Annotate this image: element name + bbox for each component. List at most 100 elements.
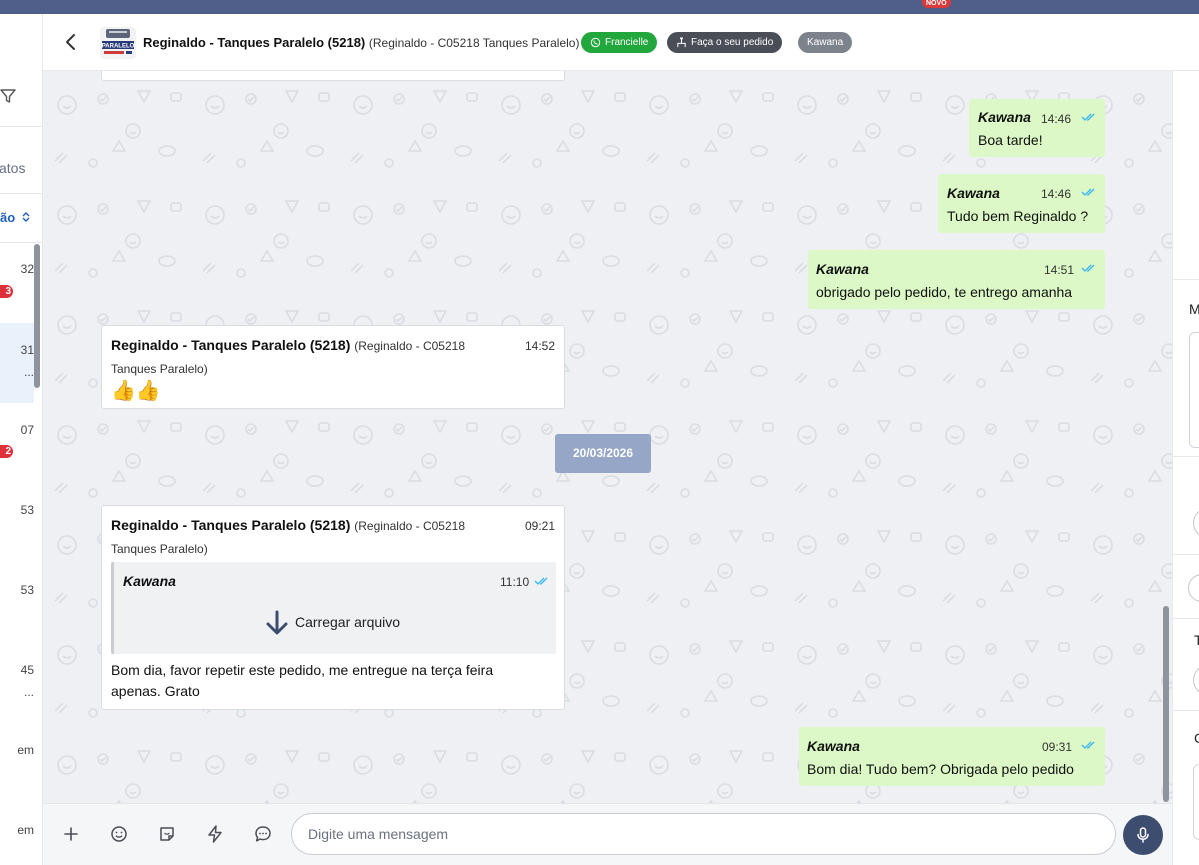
conversation-time: 07: [20, 423, 34, 437]
conversation-time: em: [17, 743, 34, 757]
conversation-time: em: [17, 823, 34, 837]
emoji-icon[interactable]: [109, 824, 129, 844]
conversation-item[interactable]: em: [0, 723, 34, 803]
message-text: obrigado pelo pedido, te entrego amanha: [816, 284, 1073, 300]
conversation-time: 53: [20, 503, 34, 517]
message-composer: [43, 803, 1172, 865]
flow-icon: [677, 37, 686, 48]
sort-chevron-icon: [22, 212, 30, 222]
novo-badge[interactable]: NOVO: [922, 0, 951, 8]
divider: [0, 126, 42, 127]
message-text: 👍👍: [111, 380, 161, 402]
message-text: Tudo bem Reginaldo ?: [947, 208, 1089, 224]
conversation-time: 32: [20, 262, 34, 276]
sender-name: Reginaldo - Tanques Paralelo (5218): [111, 337, 351, 353]
message-bubble-outgoing[interactable]: Kawana 14:46 Boa tarde!: [969, 99, 1105, 157]
conversation-item[interactable]: 07 2: [0, 403, 34, 483]
contact-subtitle: (Reginaldo - C05218 Tanques Paralelo): [368, 36, 580, 50]
conversation-item-active[interactable]: 31 ...: [0, 323, 34, 403]
message-time: 14:52: [525, 339, 556, 353]
chat-bubble-icon[interactable]: [253, 824, 273, 844]
conversation-list-panel: atos ão 32 3 31 ... 07 2 53 53 45 ... em…: [0, 14, 43, 865]
sticker-icon[interactable]: [157, 824, 177, 844]
contact-details-panel: M T C: [1172, 71, 1199, 865]
quoted-sender: Kawana: [123, 573, 176, 589]
logo-text: PARALELO: [102, 44, 135, 50]
lightning-icon[interactable]: [205, 824, 225, 844]
contact-title[interactable]: Reginaldo - Tanques Paralelo (5218) (Reg…: [143, 35, 579, 50]
chat-messages-area[interactable]: Kawana 14:46 Boa tarde! Kawana 14:46 Tud…: [43, 71, 1172, 803]
divider: [1173, 710, 1199, 711]
record-audio-button[interactable]: [1123, 815, 1163, 855]
message-text: Bom dia! Tudo bem? Obrigada pelo pedido: [807, 761, 1074, 777]
double-check-icon: [1081, 113, 1095, 121]
unread-badge: 2: [0, 445, 13, 458]
conversation-item[interactable]: em: [0, 803, 34, 865]
message-bubble-outgoing[interactable]: Kawana 14:51 obrigado pelo pedido, te en…: [808, 250, 1105, 309]
plus-icon[interactable]: [61, 824, 81, 844]
unread-badge: 3: [0, 285, 13, 298]
double-check-icon: [1081, 188, 1095, 196]
back-arrow-icon[interactable]: [61, 32, 81, 52]
whatsapp-channel-chip[interactable]: Francielle: [581, 32, 658, 53]
conversation-time: 31: [20, 343, 34, 357]
panel-section-label: M: [1189, 301, 1199, 317]
message-text-cont: apenas. Grato: [111, 683, 200, 699]
sender-subtitle-cont: Tanques Paralelo): [111, 362, 208, 376]
message-bubble-outgoing[interactable]: Kawana 09:31 Bom dia! Tudo bem? Obrigada…: [799, 727, 1105, 786]
divider: [0, 193, 42, 194]
agent-chip[interactable]: Kawana: [798, 32, 853, 53]
divider: [1173, 456, 1199, 457]
sender-subtitle: (Reginaldo - C05218: [354, 339, 466, 353]
message-time: 09:31: [1042, 740, 1073, 754]
list-scrollbar[interactable]: [34, 244, 40, 388]
message-sender: Kawana: [947, 185, 1000, 201]
double-check-icon: [1081, 264, 1095, 272]
message-input[interactable]: [291, 813, 1116, 855]
download-arrow-icon[interactable]: [264, 610, 290, 636]
message-time: 14:46: [1041, 187, 1072, 201]
message-time: 14:46: [1041, 112, 1072, 126]
quoted-message[interactable]: Kawana 11:10 Carregar arquivo: [111, 562, 556, 654]
order-flow-chip[interactable]: Faça o seu pedido: [667, 32, 783, 53]
divider: [1173, 618, 1199, 619]
whatsapp-icon: [590, 37, 601, 48]
order-chip-label: Faça o seu pedido: [691, 37, 774, 48]
panel-section-label: C: [1194, 730, 1199, 746]
date-separator: 20/03/2026: [555, 434, 651, 473]
message-bubble-incoming[interactable]: Reginaldo - Tanques Paralelo (5218) (Reg…: [101, 505, 565, 710]
sort-selector[interactable]: ão: [0, 210, 31, 225]
load-file-link[interactable]: Carregar arquivo: [295, 614, 400, 630]
message-bubble-incoming[interactable]: Reginaldo - Tanques Paralelo (5218) (Reg…: [101, 325, 565, 409]
message-time: 14:51: [1044, 263, 1075, 277]
tab-contacts[interactable]: atos: [0, 160, 25, 176]
contact-name: Reginaldo - Tanques Paralelo (5218): [143, 35, 366, 50]
sender-name: Reginaldo - Tanques Paralelo (5218): [111, 517, 351, 533]
conversation-item[interactable]: 53: [0, 563, 34, 643]
conversation-item[interactable]: 45 ...: [0, 643, 34, 723]
chat-scrollbar[interactable]: [1163, 606, 1169, 802]
message-sender: Kawana: [978, 109, 1031, 125]
panel-round-control[interactable]: [1193, 508, 1199, 538]
company-logo-image: PARALELO: [100, 27, 136, 59]
chat-header: PARALELO Reginaldo - Tanques Paralelo (5…: [43, 14, 1199, 71]
panel-round-control[interactable]: [1188, 574, 1199, 602]
panel-round-control[interactable]: [1193, 665, 1199, 695]
conversation-time: 45: [20, 663, 34, 677]
details-box[interactable]: [1193, 764, 1199, 840]
divider: [1173, 279, 1199, 280]
message-sender: Reginaldo - Tanques Paralelo (5218) (Reg…: [111, 517, 465, 533]
sender-subtitle-cont: Tanques Paralelo): [111, 542, 208, 556]
message-bubble-incoming-partial[interactable]: [101, 71, 565, 81]
notes-box[interactable]: [1189, 332, 1199, 448]
divider: [1173, 554, 1199, 555]
contact-avatar[interactable]: PARALELO: [100, 27, 136, 59]
message-bubble-outgoing[interactable]: Kawana 14:46 Tudo bem Reginaldo ?: [938, 174, 1105, 233]
message-text: Bom dia, favor repetir este pedido, me e…: [111, 662, 494, 678]
sender-subtitle: (Reginaldo - C05218: [354, 519, 466, 533]
double-check-icon: [1081, 741, 1095, 749]
conversation-item[interactable]: 32 3: [0, 243, 34, 323]
top-bar: NOVO: [0, 0, 1199, 14]
conversation-item[interactable]: 53: [0, 483, 34, 563]
filter-icon[interactable]: [0, 88, 16, 104]
